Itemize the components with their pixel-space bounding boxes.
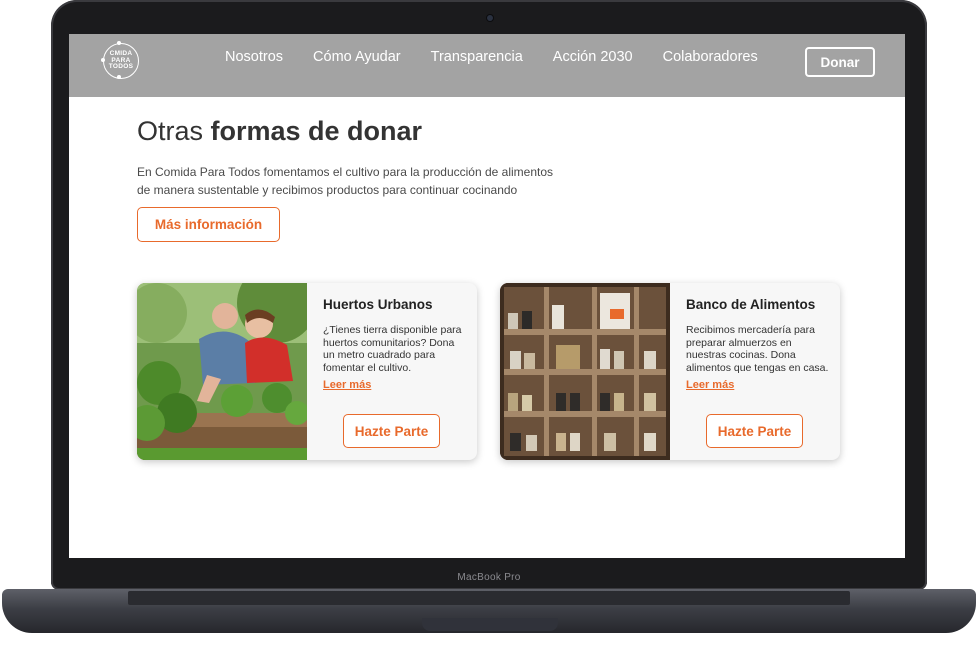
garden-photo <box>137 283 307 460</box>
more-info-button[interactable]: Más información <box>137 207 280 242</box>
donate-button[interactable]: Donar <box>805 47 875 77</box>
laptop-hinge <box>422 618 558 631</box>
join-button[interactable]: Hazte Parte <box>343 414 440 448</box>
nav-transparencia[interactable]: Transparencia <box>431 49 523 65</box>
card-description: ¿Tienes tierra disponible para huertos c… <box>323 324 462 374</box>
logo-dot <box>101 58 105 62</box>
card-banco-de-alimentos: Banco de Alimentos Recibimos mercadería … <box>500 283 840 460</box>
card-title: Banco de Alimentos <box>686 297 816 312</box>
card-description: Recibimos mercadería para preparar almue… <box>686 324 829 374</box>
nav-colaboradores[interactable]: Colaboradores <box>663 49 758 65</box>
read-more-link[interactable]: Leer más <box>323 379 371 391</box>
pantry-illustration <box>500 283 670 460</box>
screen: CMIDA PARA TODOS Nosotros Cómo Ayudar Tr… <box>69 34 905 558</box>
join-button[interactable]: Hazte Parte <box>706 414 803 448</box>
nav-accion-2030[interactable]: Acción 2030 <box>553 49 633 65</box>
nav-como-ayudar[interactable]: Cómo Ayudar <box>313 49 401 65</box>
logo-wordmark: CMIDA PARA TODOS <box>106 51 136 71</box>
nav-nosotros[interactable]: Nosotros <box>225 49 283 65</box>
pantry-photo <box>500 283 670 460</box>
logo-dot <box>117 41 121 45</box>
logo-line: TODOS <box>108 63 134 71</box>
page-title: Otras formas de donar <box>137 116 422 147</box>
intro-paragraph: En Comida Para Todos fomentamos el culti… <box>137 165 554 197</box>
main-nav: Nosotros Cómo Ayudar Transparencia Acció… <box>225 49 758 65</box>
read-more-link[interactable]: Leer más <box>686 379 734 391</box>
card-huertos-urbanos: Huertos Urbanos ¿Tienes tierra disponibl… <box>137 283 477 460</box>
title-bold: formas de donar <box>210 116 423 146</box>
site-logo[interactable]: CMIDA PARA TODOS <box>101 41 139 79</box>
keyboard-strip <box>128 591 850 605</box>
camera-icon <box>487 15 493 21</box>
card-title: Huertos Urbanos <box>323 297 433 312</box>
logo-dot <box>117 75 121 79</box>
device-label: MacBook Pro <box>457 572 521 583</box>
title-light: Otras <box>137 116 211 146</box>
garden-illustration <box>137 283 307 460</box>
top-navigation: CMIDA PARA TODOS Nosotros Cómo Ayudar Tr… <box>69 34 905 97</box>
